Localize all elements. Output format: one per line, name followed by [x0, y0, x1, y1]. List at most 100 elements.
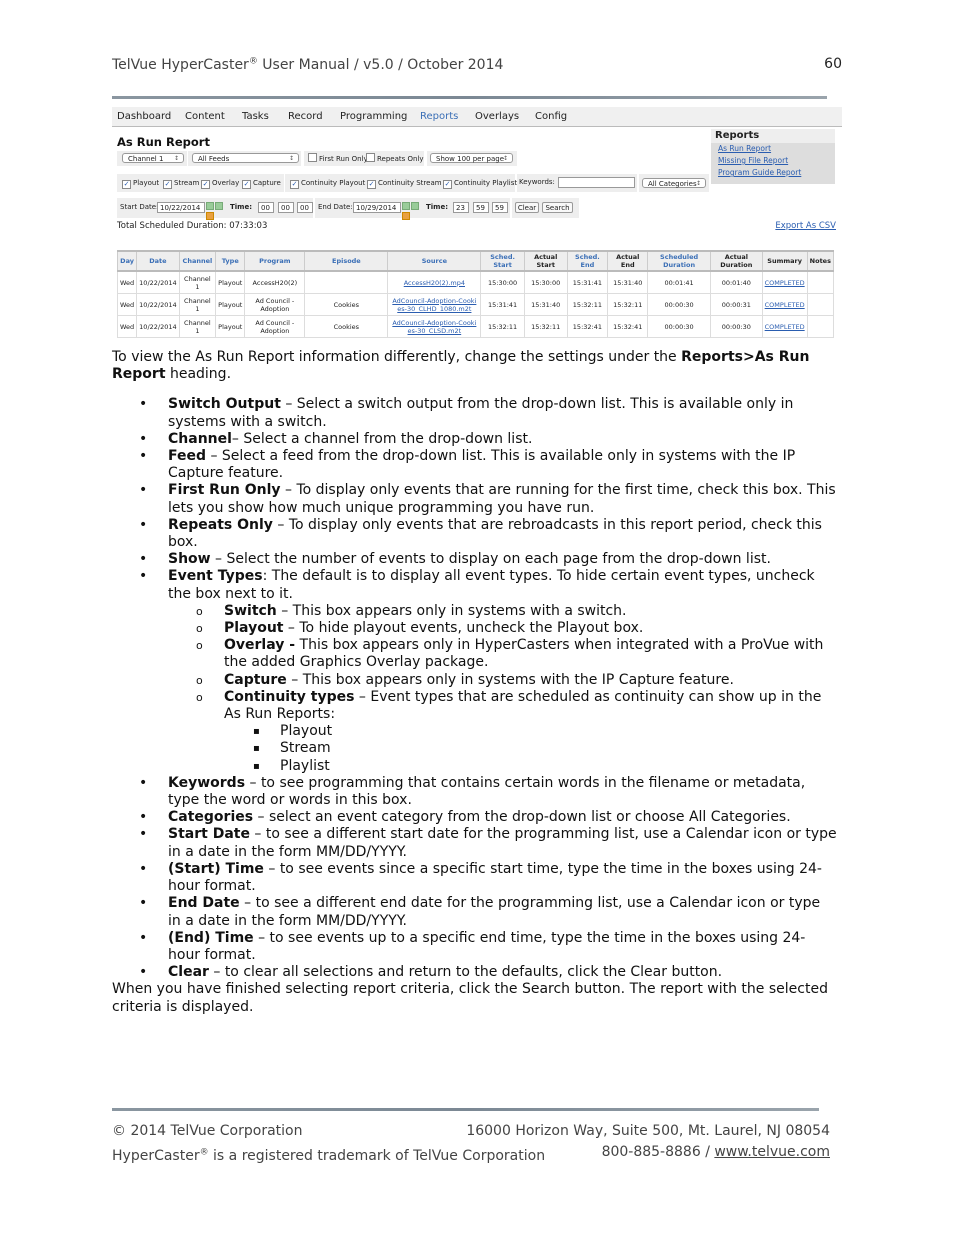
cell-date: 10/22/2014	[136, 315, 180, 338]
continuity-playlist-checkbox[interactable]: ✓ Continuity Playlist	[443, 178, 517, 189]
footer-trademark: HyperCaster® is a registered trademark o…	[112, 1147, 546, 1164]
start-minute-input[interactable]: 00	[278, 202, 294, 213]
intro-paragraph: To view the As Run Report information di…	[112, 349, 810, 383]
summary-link[interactable]: COMPLETED	[765, 301, 805, 309]
continuity-stream-checkbox[interactable]: ✓ Continuity Stream	[367, 178, 442, 189]
start-calendar-icon[interactable]	[206, 202, 228, 220]
cell-source: AdCouncil-Adoption-Cookies-30_CLSD.m2t	[387, 315, 482, 338]
cell-actual-end: 15:32:41	[607, 315, 649, 338]
link-missing-file-report[interactable]: Missing File Report	[711, 155, 835, 167]
continuity-sublist: Playout Stream Playlist	[224, 723, 837, 775]
cell-episode	[304, 270, 389, 294]
col-sched-end[interactable]: Sched. End	[566, 250, 609, 272]
cell-notes	[806, 270, 835, 294]
page-header: TelVue HyperCaster® User Manual / v5.0 /…	[112, 56, 842, 73]
col-day[interactable]: Day	[116, 250, 138, 272]
start-hour-input[interactable]: 00	[258, 202, 274, 213]
start-date-input[interactable]: 10/22/2014	[157, 202, 205, 213]
continuity-playout-checkbox[interactable]: ✓ Continuity Playout	[290, 178, 365, 189]
channel-select[interactable]: Channel 1	[122, 153, 184, 164]
sub-list-item: Switch – This box appears only in system…	[168, 603, 837, 620]
cell-program: Ad Council - Adoption	[244, 315, 306, 338]
footer-contact: 800-885-8886 / www.telvue.com	[601, 1144, 830, 1160]
cell-summary: COMPLETED	[761, 315, 808, 338]
show-per-page-select[interactable]: Show 100 per page	[430, 153, 513, 164]
col-source[interactable]: Source	[387, 250, 482, 272]
summary-link[interactable]: COMPLETED	[765, 323, 805, 331]
col-summary: Summary	[761, 250, 808, 272]
keywords-input[interactable]	[558, 177, 635, 188]
first-run-only-checkbox[interactable]: First Run Only	[308, 153, 368, 164]
settings-list: Switch Output – Select a switch output f…	[112, 396, 837, 981]
cell-actual-duration: 00:01:40	[710, 270, 763, 294]
nav-content[interactable]: Content	[185, 111, 225, 122]
overlay-checkbox[interactable]: ✓ Overlay	[201, 178, 239, 189]
col-scheduled-duration[interactable]: Scheduled Duration	[647, 250, 711, 272]
capture-checkbox[interactable]: ✓ Capture	[242, 178, 281, 189]
nav-tasks[interactable]: Tasks	[242, 111, 269, 122]
start-group: Start Date: 10/22/2014 Time: 00 00 00	[117, 198, 313, 220]
reports-sidebar: Reports As Run Report Missing File Repor…	[711, 129, 835, 184]
col-program[interactable]: Program	[244, 250, 306, 272]
link-as-run-report[interactable]: As Run Report	[711, 143, 835, 155]
categories-group: All Categories	[639, 174, 709, 192]
sub-list-item: Continuity types – Event types that are …	[168, 689, 837, 775]
list-item: (End) Time – to see events up to a speci…	[112, 930, 837, 964]
cell-type: Playout	[215, 270, 246, 294]
col-channel[interactable]: Channel	[178, 250, 217, 272]
categories-select[interactable]: All Categories	[642, 178, 706, 189]
end-date-input[interactable]: 10/29/2014	[353, 202, 401, 213]
feed-select[interactable]: All Feeds	[192, 153, 299, 164]
report-title: As Run Report	[117, 135, 210, 149]
col-date[interactable]: Date	[136, 250, 180, 272]
nav-record[interactable]: Record	[288, 111, 323, 122]
table-row: Wed 10/22/2014 Channel 1 Playout Ad Coun…	[116, 293, 835, 316]
col-sched-start[interactable]: Sched. Start	[480, 250, 525, 272]
end-minute-input[interactable]: 59	[473, 202, 489, 213]
list-item: First Run Only – To display only events …	[112, 482, 837, 516]
col-notes: Notes	[806, 250, 835, 272]
nav-programming[interactable]: Programming	[340, 111, 407, 122]
export-csv-link[interactable]: Export As CSV	[775, 221, 836, 231]
end-second-input[interactable]: 59	[492, 202, 508, 213]
list-item: Switch Output – Select a switch output f…	[112, 396, 837, 430]
summary-link[interactable]: COMPLETED	[765, 279, 805, 287]
cell-sched-end: 15:31:41	[566, 270, 609, 294]
source-link[interactable]: AccessH20(2).mp4	[404, 279, 465, 287]
event-types-group: ✓ Playout ✓ Stream ✓ Overlay ✓ Capture	[117, 174, 284, 192]
list-item: Show – Select the number of events to di…	[112, 551, 837, 568]
nav-reports[interactable]: Reports	[420, 111, 458, 122]
col-type[interactable]: Type	[215, 250, 246, 272]
total-scheduled-duration: Total Scheduled Duration: 07:33:03	[117, 221, 268, 231]
table-row: Wed 10/22/2014 Channel 1 Playout Ad Coun…	[116, 315, 835, 338]
clear-button[interactable]: Clear	[515, 202, 539, 213]
end-hour-input[interactable]: 23	[453, 202, 469, 213]
source-link[interactable]: AdCouncil-Adoption-Cookies-30_CLSD.m2t	[392, 319, 476, 335]
as-run-report-screenshot: Dashboard Content Tasks Record Programmi…	[112, 107, 842, 339]
cell-channel: Channel 1	[178, 270, 217, 294]
cell-type: Playout	[215, 293, 246, 316]
channel-group: Channel 1	[117, 151, 187, 166]
cell-day: Wed	[116, 315, 138, 338]
playout-checkbox[interactable]: ✓ Playout	[122, 178, 159, 189]
source-link[interactable]: AdCouncil-Adoption-Cookies-30_CLHD_1080.…	[392, 297, 476, 313]
link-program-guide-report[interactable]: Program Guide Report	[711, 167, 835, 179]
nav-overlays[interactable]: Overlays	[475, 111, 519, 122]
repeats-only-checkbox[interactable]: Repeats Only	[366, 153, 424, 164]
continuity-types-group: ✓ Continuity Playout ✓ Continuity Stream ✓…	[285, 174, 517, 192]
cell-scheduled-duration: 00:00:30	[647, 293, 711, 316]
table-header-row: Day Date Channel Type Program Episode So…	[116, 250, 835, 272]
website-link[interactable]: www.telvue.com	[714, 1144, 830, 1160]
cell-sched-end: 15:32:41	[566, 315, 609, 338]
sub-list-item: Playout – To hide playout events, unchec…	[168, 620, 837, 637]
nav-dashboard[interactable]: Dashboard	[117, 111, 171, 122]
cell-actual-duration: 00:00:30	[710, 315, 763, 338]
search-button[interactable]: Search	[542, 202, 573, 213]
end-calendar-icon[interactable]	[402, 202, 424, 220]
start-second-input[interactable]: 00	[297, 202, 313, 213]
stream-checkbox[interactable]: ✓ Stream	[163, 178, 199, 189]
nav-config[interactable]: Config	[535, 111, 567, 122]
cell-sched-start: 15:30:00	[480, 270, 525, 294]
col-episode[interactable]: Episode	[304, 250, 389, 272]
cell-date: 10/22/2014	[136, 293, 180, 316]
